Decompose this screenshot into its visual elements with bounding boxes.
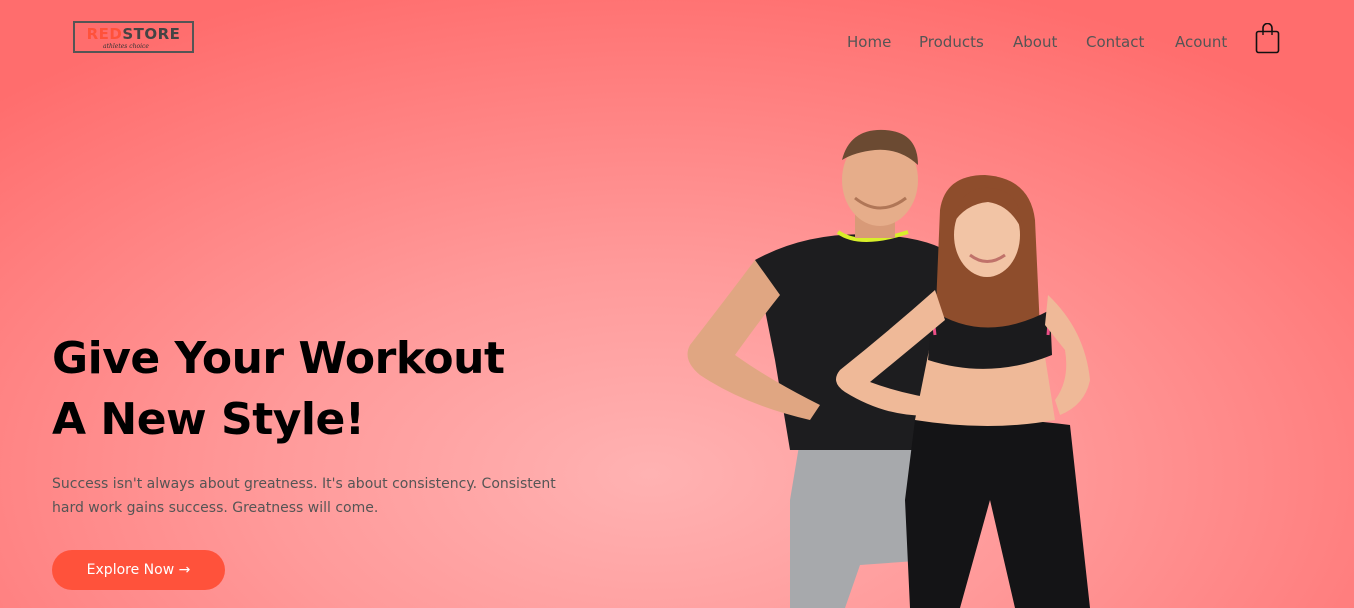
explore-now-button[interactable]: Explore Now → — [52, 550, 225, 590]
hero-description: Success isn't always about greatness. It… — [52, 472, 642, 520]
nav-item-about[interactable]: About — [1013, 33, 1057, 51]
hero-title-line-2: A New Style! — [52, 394, 365, 445]
hero-description-line-2: hard work gains success. Greatness will … — [52, 500, 379, 516]
logo-wordmark: REDSTORE — [75, 26, 192, 43]
fitness-couple-image — [660, 120, 1180, 608]
nav-item-products[interactable]: Products — [919, 33, 984, 51]
hero-title-line-1: Give Your Workout — [52, 333, 505, 384]
shopping-bag-icon[interactable] — [1255, 22, 1280, 54]
nav-item-home[interactable]: Home — [847, 33, 891, 51]
logo-brand-red: RED — [86, 25, 123, 43]
nav-item-contact[interactable]: Contact — [1086, 33, 1144, 51]
logo-brand-dark: STORE — [122, 25, 181, 43]
nav-item-account[interactable]: Acount — [1175, 33, 1227, 51]
hero-description-line-1: Success isn't always about greatness. It… — [52, 476, 556, 492]
logo-tagline: athletes choice — [103, 43, 149, 50]
brand-logo[interactable]: REDSTORE athletes choice — [73, 21, 194, 53]
hero-title: Give Your Workout A New Style! — [52, 328, 505, 450]
